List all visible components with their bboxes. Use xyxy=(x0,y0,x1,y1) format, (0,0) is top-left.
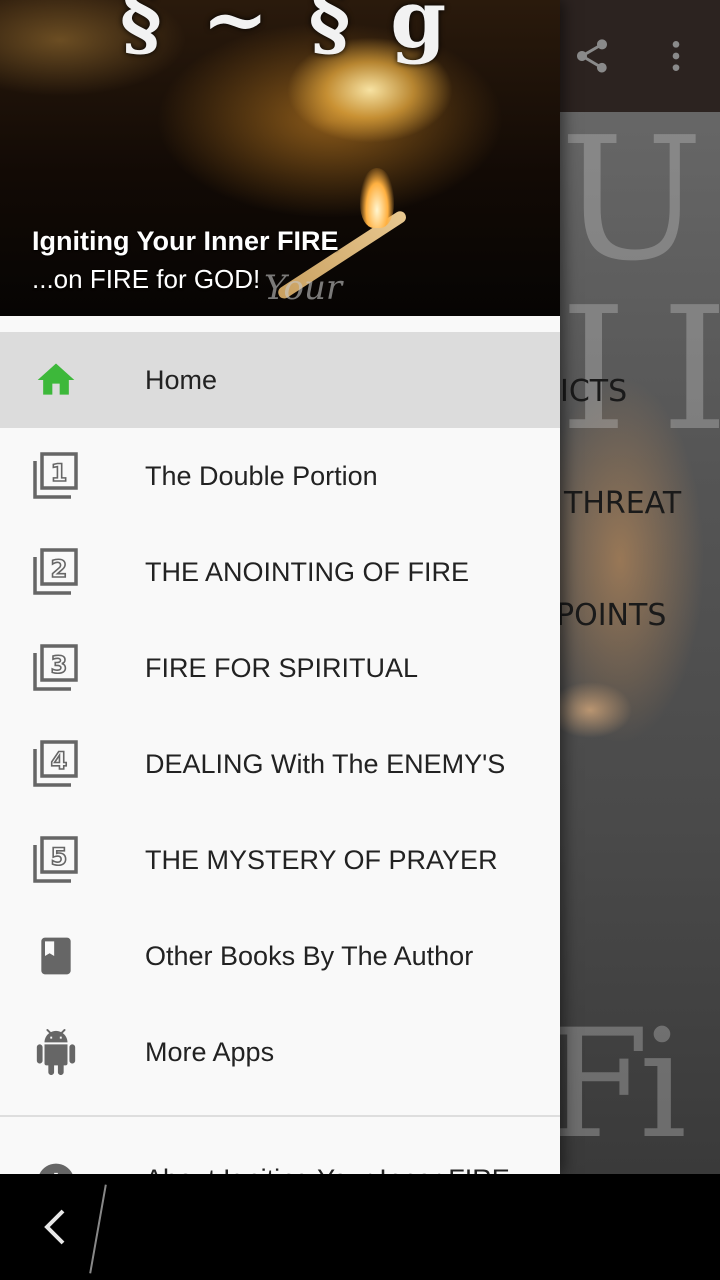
nav-divider xyxy=(89,1184,107,1274)
overflow-menu-icon[interactable] xyxy=(648,28,704,84)
menu-item-dealing-with-enemy[interactable]: 4 DEALING With The ENEMY'S xyxy=(0,716,560,812)
menu-item-label: More Apps xyxy=(145,1036,275,1067)
menu-item-fire-for-spiritual[interactable]: 3 FIRE FOR SPIRITUAL xyxy=(0,620,560,716)
menu-item-label: THE MYSTERY OF PRAYER xyxy=(145,844,498,875)
menu-item-mystery-of-prayer[interactable]: 5 THE MYSTERY OF PRAYER xyxy=(0,812,560,908)
home-icon xyxy=(32,356,80,404)
filter-1-icon: 1 xyxy=(32,452,80,500)
background-decoration: Fi xyxy=(545,998,687,1172)
menu-item-label: Home xyxy=(145,364,218,395)
menu-item-label: The Double Portion xyxy=(145,460,378,491)
filter-4-icon: 4 xyxy=(32,740,80,788)
filter-3-icon: 3 xyxy=(32,644,80,692)
system-nav-bar xyxy=(0,1174,720,1280)
menu-item-home[interactable]: Home xyxy=(0,332,560,428)
info-icon xyxy=(32,1158,80,1174)
svg-text:5: 5 xyxy=(51,843,68,871)
navigation-drawer: § ~ § g Your Igniting Your Inner FIRE ..… xyxy=(0,0,560,1174)
svg-text:4: 4 xyxy=(51,747,68,775)
menu-item-label: About Igniting Your Inner FIRE xyxy=(145,1164,510,1174)
back-icon[interactable] xyxy=(30,1202,80,1252)
menu-divider xyxy=(0,1115,560,1117)
menu-item-label: Other Books By The Author xyxy=(145,940,474,971)
content-item-3[interactable]: POINTS xyxy=(556,598,720,633)
menu-item-more-apps[interactable]: More Apps xyxy=(0,1004,560,1100)
menu-item-label: FIRE FOR SPIRITUAL xyxy=(145,652,419,683)
book-icon xyxy=(32,932,80,980)
filter-5-icon: 5 xyxy=(32,836,80,884)
content-item-2[interactable]: THREAT xyxy=(564,486,720,521)
content-item-1[interactable]: ICTS xyxy=(560,374,720,409)
drawer-header: § ~ § g Your Igniting Your Inner FIRE ..… xyxy=(0,0,560,316)
share-icon[interactable] xyxy=(564,28,620,84)
drawer-menu: Home 1 The Double Portion 2 THE ANOINTIN… xyxy=(0,332,560,1100)
drawer-subtitle: ...on FIRE for GOD! xyxy=(32,264,261,294)
header-artwork: Your xyxy=(264,268,343,308)
filter-2-icon: 2 xyxy=(32,548,80,596)
menu-item-label: DEALING With The ENEMY'S xyxy=(145,748,506,779)
menu-item-anointing-of-fire[interactable]: 2 THE ANOINTING OF FIRE xyxy=(0,524,560,620)
svg-text:1: 1 xyxy=(51,459,68,487)
menu-item-other-books[interactable]: Other Books By The Author xyxy=(0,908,560,1004)
svg-text:2: 2 xyxy=(51,555,68,583)
menu-item-about[interactable]: About Igniting Your Inner FIRE xyxy=(0,1132,560,1174)
header-artwork: § ~ § g xyxy=(120,0,453,66)
android-icon xyxy=(32,1028,80,1076)
header-artwork xyxy=(360,168,394,228)
drawer-title: Igniting Your Inner FIRE xyxy=(32,226,339,256)
menu-item-double-portion[interactable]: 1 The Double Portion xyxy=(0,428,560,524)
svg-text:3: 3 xyxy=(51,651,68,679)
menu-item-label: THE ANOINTING OF FIRE xyxy=(145,556,470,587)
